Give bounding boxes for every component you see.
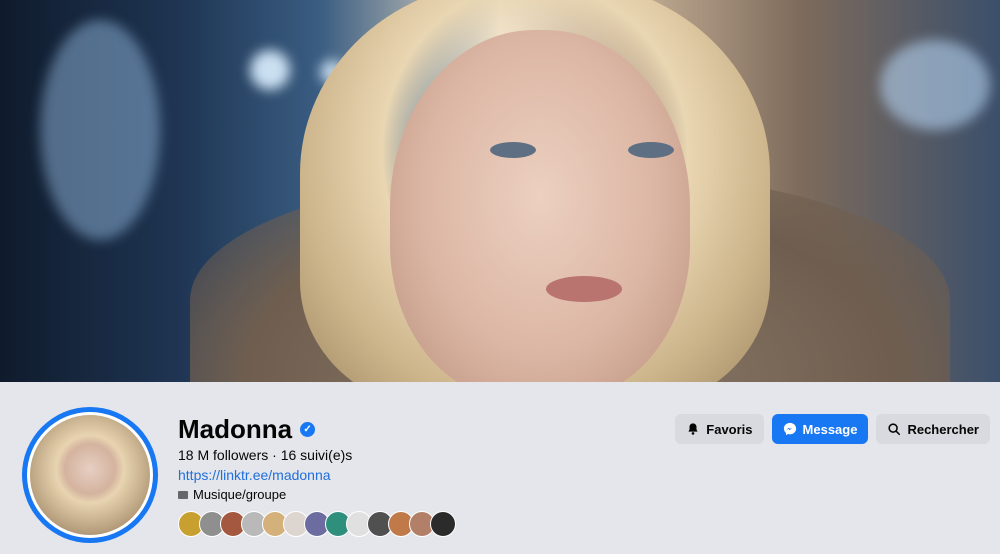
avatar-photo — [30, 415, 150, 535]
verified-badge-icon: ✓ — [300, 422, 316, 437]
cover-photo[interactable] — [0, 0, 1000, 382]
messenger-icon — [783, 422, 796, 436]
search-button[interactable]: Rechercher — [876, 414, 990, 444]
follower-stats[interactable]: 18 M followers · 16 suivi(e)s — [178, 447, 352, 463]
bell-icon — [688, 423, 698, 435]
search-label: Rechercher — [907, 421, 979, 437]
followers-preview[interactable] — [178, 511, 456, 537]
favorites-label: Favoris — [706, 421, 753, 437]
profile-avatar[interactable] — [22, 407, 158, 543]
profile-category: Musique/groupe — [178, 487, 286, 502]
profile-link[interactable]: https://linktr.ee/madonna — [178, 467, 331, 483]
search-icon — [888, 423, 901, 436]
category-icon — [178, 490, 188, 499]
follower-avatar[interactable] — [430, 511, 456, 537]
favorites-button[interactable]: Favoris — [675, 414, 764, 444]
message-button[interactable]: Message — [771, 414, 869, 444]
message-label: Message — [802, 421, 858, 437]
profile-name: Madonna — [178, 414, 293, 444]
category-label: Musique/groupe — [193, 487, 287, 502]
